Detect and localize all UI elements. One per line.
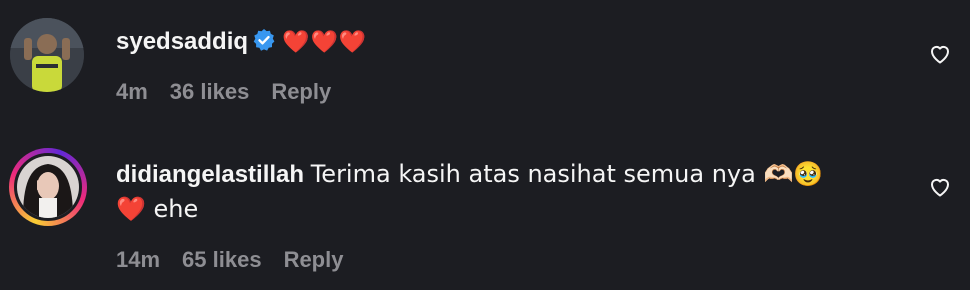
reply-button[interactable]: Reply — [284, 247, 344, 272]
comment-item: didiangelastillah Terima kasih atas nasi… — [0, 130, 970, 290]
reply-button[interactable]: Reply — [271, 79, 331, 104]
heart-outline-icon[interactable] — [928, 175, 952, 199]
heart-outline-icon[interactable] — [928, 42, 952, 66]
comment-time: 4m — [116, 79, 148, 104]
comment-meta: 4m 36 likes Reply — [116, 79, 353, 105]
comment-text: ❤️❤️❤️ — [282, 30, 368, 55]
profile-photo-icon — [10, 18, 84, 92]
avatar[interactable] — [10, 18, 84, 92]
comment-time: 14m — [116, 247, 161, 272]
verified-badge-icon — [252, 28, 276, 62]
comment-body: syedsaddiq ❤️❤️❤️ — [116, 25, 367, 62]
comment-meta: 14m 65 likes Reply — [116, 247, 365, 273]
comment-text-continued: ❤️ ehe — [116, 195, 199, 223]
comment-text: Terima kasih atas nasihat semua nya 🫶🏻🥹 — [310, 160, 824, 188]
like-count[interactable]: 36 likes — [170, 79, 250, 104]
avatar[interactable] — [14, 153, 82, 221]
comment-item: syedsaddiq ❤️❤️❤️ 4m 36 likes Reply — [0, 0, 970, 130]
comment-username[interactable]: didiangelastillah — [116, 161, 304, 188]
comment-username[interactable]: syedsaddiq — [116, 28, 248, 55]
comment-body: didiangelastillah Terima kasih atas nasi… — [116, 157, 823, 226]
profile-photo-icon — [17, 156, 79, 218]
like-count[interactable]: 65 likes — [182, 247, 262, 272]
